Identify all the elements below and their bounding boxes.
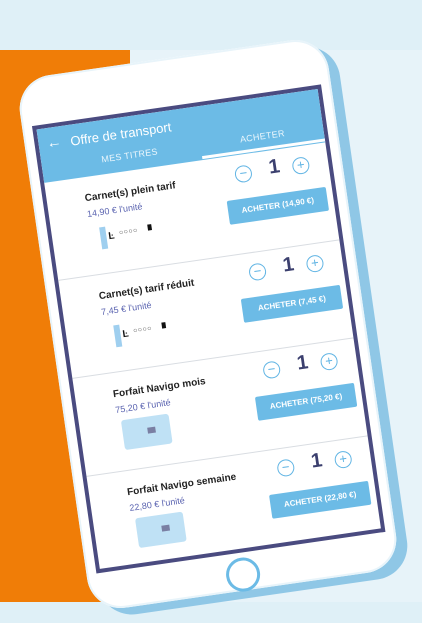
quantity-value: 1 <box>295 351 310 375</box>
product-name: Forfait Navigo mois <box>112 375 207 401</box>
arrow-left-icon[interactable]: ← <box>45 133 62 152</box>
plus-circle-icon[interactable]: + <box>333 449 353 470</box>
page-title: Offre de transport <box>69 119 173 149</box>
quantity-value: 1 <box>309 449 324 473</box>
buy-button[interactable]: ACHETER (7,45 €) <box>240 284 344 323</box>
product-price: 7,45 € l'unité <box>100 299 153 318</box>
background-top <box>0 0 422 50</box>
quantity-stepper: − 1 + <box>247 248 332 285</box>
plus-circle-icon[interactable]: + <box>291 156 311 176</box>
product-name: Forfait Navigo semaine <box>126 471 237 499</box>
quantity-stepper: − 1 + <box>261 346 346 383</box>
quantity-stepper: − 1 + <box>275 444 360 481</box>
product-price: 75,20 € l'unité <box>114 397 172 416</box>
buy-button[interactable]: ACHETER (22,80 €) <box>269 480 372 519</box>
tab-acheter[interactable]: ACHETER <box>239 128 285 144</box>
product-list: Carnet(s) plein tarif 14,90 € l'unité Ŀ ○… <box>44 142 382 573</box>
navigo-card-icon <box>120 413 173 451</box>
minus-circle-icon[interactable]: − <box>233 164 254 184</box>
ticket-icon: Ŀ ○○○○ <box>113 318 168 348</box>
ticket-icon: Ŀ ○○○○ <box>99 220 154 250</box>
navigo-card-icon <box>134 511 187 549</box>
plus-circle-icon[interactable]: + <box>305 253 325 274</box>
tab-mes-titres[interactable]: MES TITRES <box>101 146 159 164</box>
product-name: Carnet(s) tarif réduit <box>98 277 195 303</box>
minus-circle-icon[interactable]: − <box>262 360 282 380</box>
buy-button[interactable]: ACHETER (75,20 €) <box>254 382 358 421</box>
background-bottom <box>0 602 422 623</box>
quantity-stepper: − 1 + <box>233 150 318 187</box>
product-price: 14,90 € l'unité <box>86 201 144 220</box>
product-name: Carnet(s) plein tarif <box>84 180 177 205</box>
quantity-value: 1 <box>281 253 296 277</box>
product-price: 22,80 € l'unité <box>128 495 186 514</box>
minus-circle-icon[interactable]: − <box>276 458 296 478</box>
minus-circle-icon[interactable]: − <box>247 262 268 282</box>
quantity-value: 1 <box>267 155 282 179</box>
plus-circle-icon[interactable]: + <box>319 351 339 372</box>
buy-button[interactable]: ACHETER (14,90 €) <box>226 186 330 225</box>
